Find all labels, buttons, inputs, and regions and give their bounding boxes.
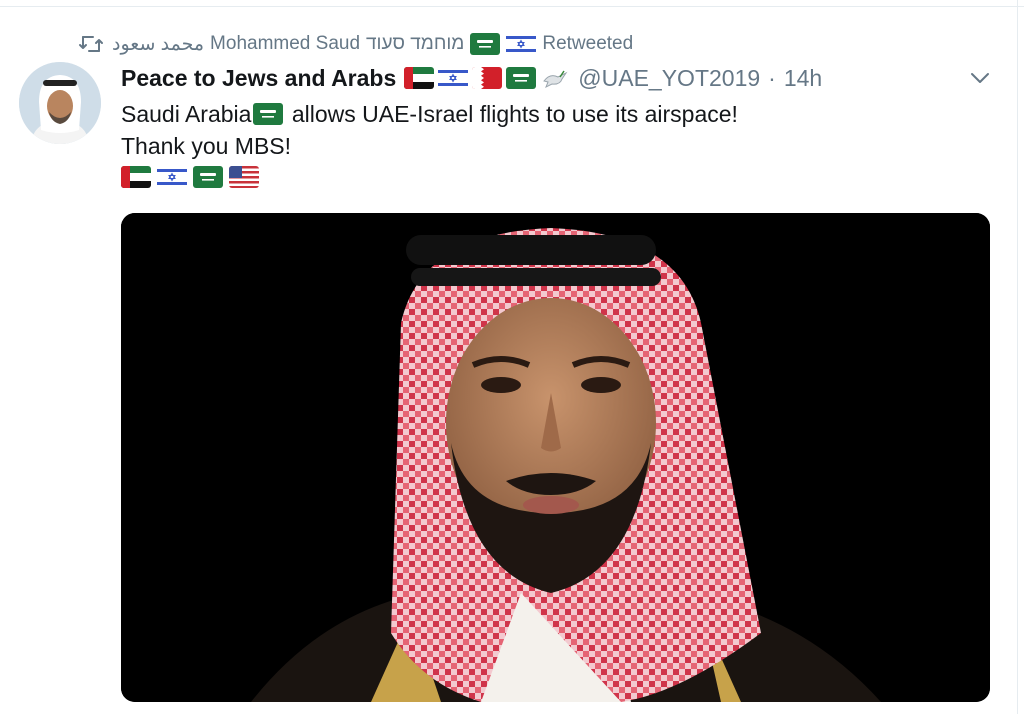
timeline-border [1017, 0, 1018, 714]
top-divider [0, 0, 1024, 7]
author-name-flags [404, 67, 571, 89]
flag-uae-icon [404, 67, 435, 89]
retweet-icon [78, 33, 104, 55]
flag-uae-icon [121, 166, 151, 188]
retweet-suffix: Retweeted [542, 33, 634, 54]
flag-saudi-arabia-icon [506, 67, 537, 89]
tweet-media-photo[interactable] [121, 213, 990, 702]
author-display-name[interactable]: Peace to Jews and Arabs [121, 65, 396, 92]
flag-israel-icon [506, 33, 537, 55]
tweet-text: Saudi Arabia allows UAE-Israel flights t… [121, 98, 981, 162]
retweet-context[interactable]: محمد سعود Mohammed Saud מוחמד סעוד Retwe… [78, 32, 633, 56]
retweeter-name-latin: Mohammed Saud [210, 33, 361, 54]
tweet-text-segment: allows UAE-Israel flights to use its air… [285, 101, 738, 127]
chevron-down-icon[interactable] [968, 66, 992, 90]
tweet-flags-line [121, 166, 259, 190]
retweeter-name-link[interactable]: محمد سعود Mohammed Saud מוחמד סעוד Retwe… [112, 33, 633, 56]
dove-icon [540, 67, 571, 89]
flag-saudi-arabia-icon [193, 166, 223, 188]
avatar[interactable] [19, 62, 101, 144]
flag-saudi-arabia-icon [470, 33, 501, 55]
tweet-text-line-1: Saudi Arabia allows UAE-Israel flights t… [121, 98, 981, 130]
flag-bahrain-icon [472, 67, 503, 89]
tweet-header: Peace to Jews and Arabs @UAE_YOT2019 · 1… [121, 62, 822, 94]
tweet-text-segment: Saudi Arabia [121, 101, 252, 127]
retweeter-name-arabic: محمد سعود [112, 33, 205, 55]
flag-israel-icon [438, 67, 469, 89]
separator-dot: · [768, 64, 776, 91]
author-handle[interactable]: @UAE_YOT2019 [578, 65, 760, 92]
flag-saudi-arabia-icon [253, 103, 284, 125]
flag-israel-icon [157, 166, 187, 188]
retweeter-name-hebrew: מוחמד סעוד [366, 33, 465, 54]
flag-usa-icon [229, 166, 259, 188]
tweet-timestamp[interactable]: 14h [784, 65, 822, 92]
tweet-text-line-2: Thank you MBS! [121, 133, 292, 159]
